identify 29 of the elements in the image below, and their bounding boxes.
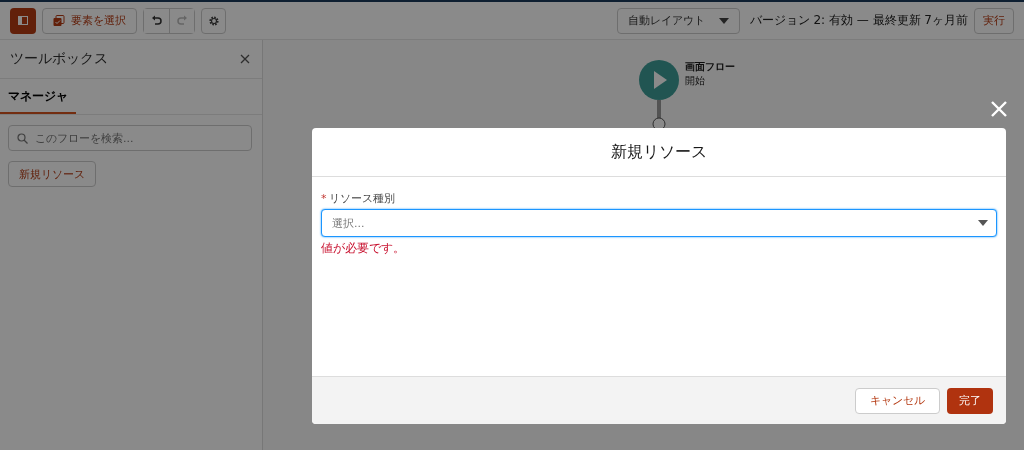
- modal-title: 新規リソース: [611, 141, 707, 163]
- redo-icon: [176, 14, 188, 27]
- caret-icon: [718, 17, 729, 24]
- node-subtitle: 開始: [685, 74, 706, 88]
- close-icon[interactable]: [240, 54, 250, 64]
- layout-dropdown[interactable]: 自動レイアウト: [616, 7, 740, 34]
- sidebar-icon: [18, 16, 28, 25]
- cancel-button[interactable]: キャンセル: [855, 387, 940, 414]
- undo-icon: [150, 14, 163, 27]
- new-resource-button[interactable]: 新規リソース: [8, 161, 96, 187]
- required-marker: *: [321, 192, 327, 205]
- version-status: バージョン 2: 有効 — 最終更新 7ヶ月前: [749, 12, 968, 29]
- search-icon: [17, 133, 28, 144]
- panel-toggle-button[interactable]: [10, 7, 36, 34]
- search-field[interactable]: このフローを検索...: [8, 125, 252, 151]
- start-node-icon[interactable]: [639, 60, 679, 100]
- panel-tab[interactable]: マネージャ: [0, 79, 76, 114]
- run-button[interactable]: 実行: [974, 7, 1014, 34]
- error-message: 値が必要です。: [321, 240, 405, 257]
- settings-button[interactable]: [201, 7, 226, 34]
- settings-icon: [207, 14, 220, 27]
- resource-type-select[interactable]: 選択...: [321, 209, 997, 237]
- panel-title: ツールボックス: [10, 50, 108, 68]
- field-label: リソース種別: [328, 191, 395, 206]
- select-elements-button[interactable]: 要素を選択: [42, 7, 137, 34]
- caret-icon: [978, 220, 988, 226]
- node-title: 画面フロー: [685, 60, 735, 74]
- done-button[interactable]: 完了: [947, 387, 993, 414]
- select-icon: [53, 14, 65, 27]
